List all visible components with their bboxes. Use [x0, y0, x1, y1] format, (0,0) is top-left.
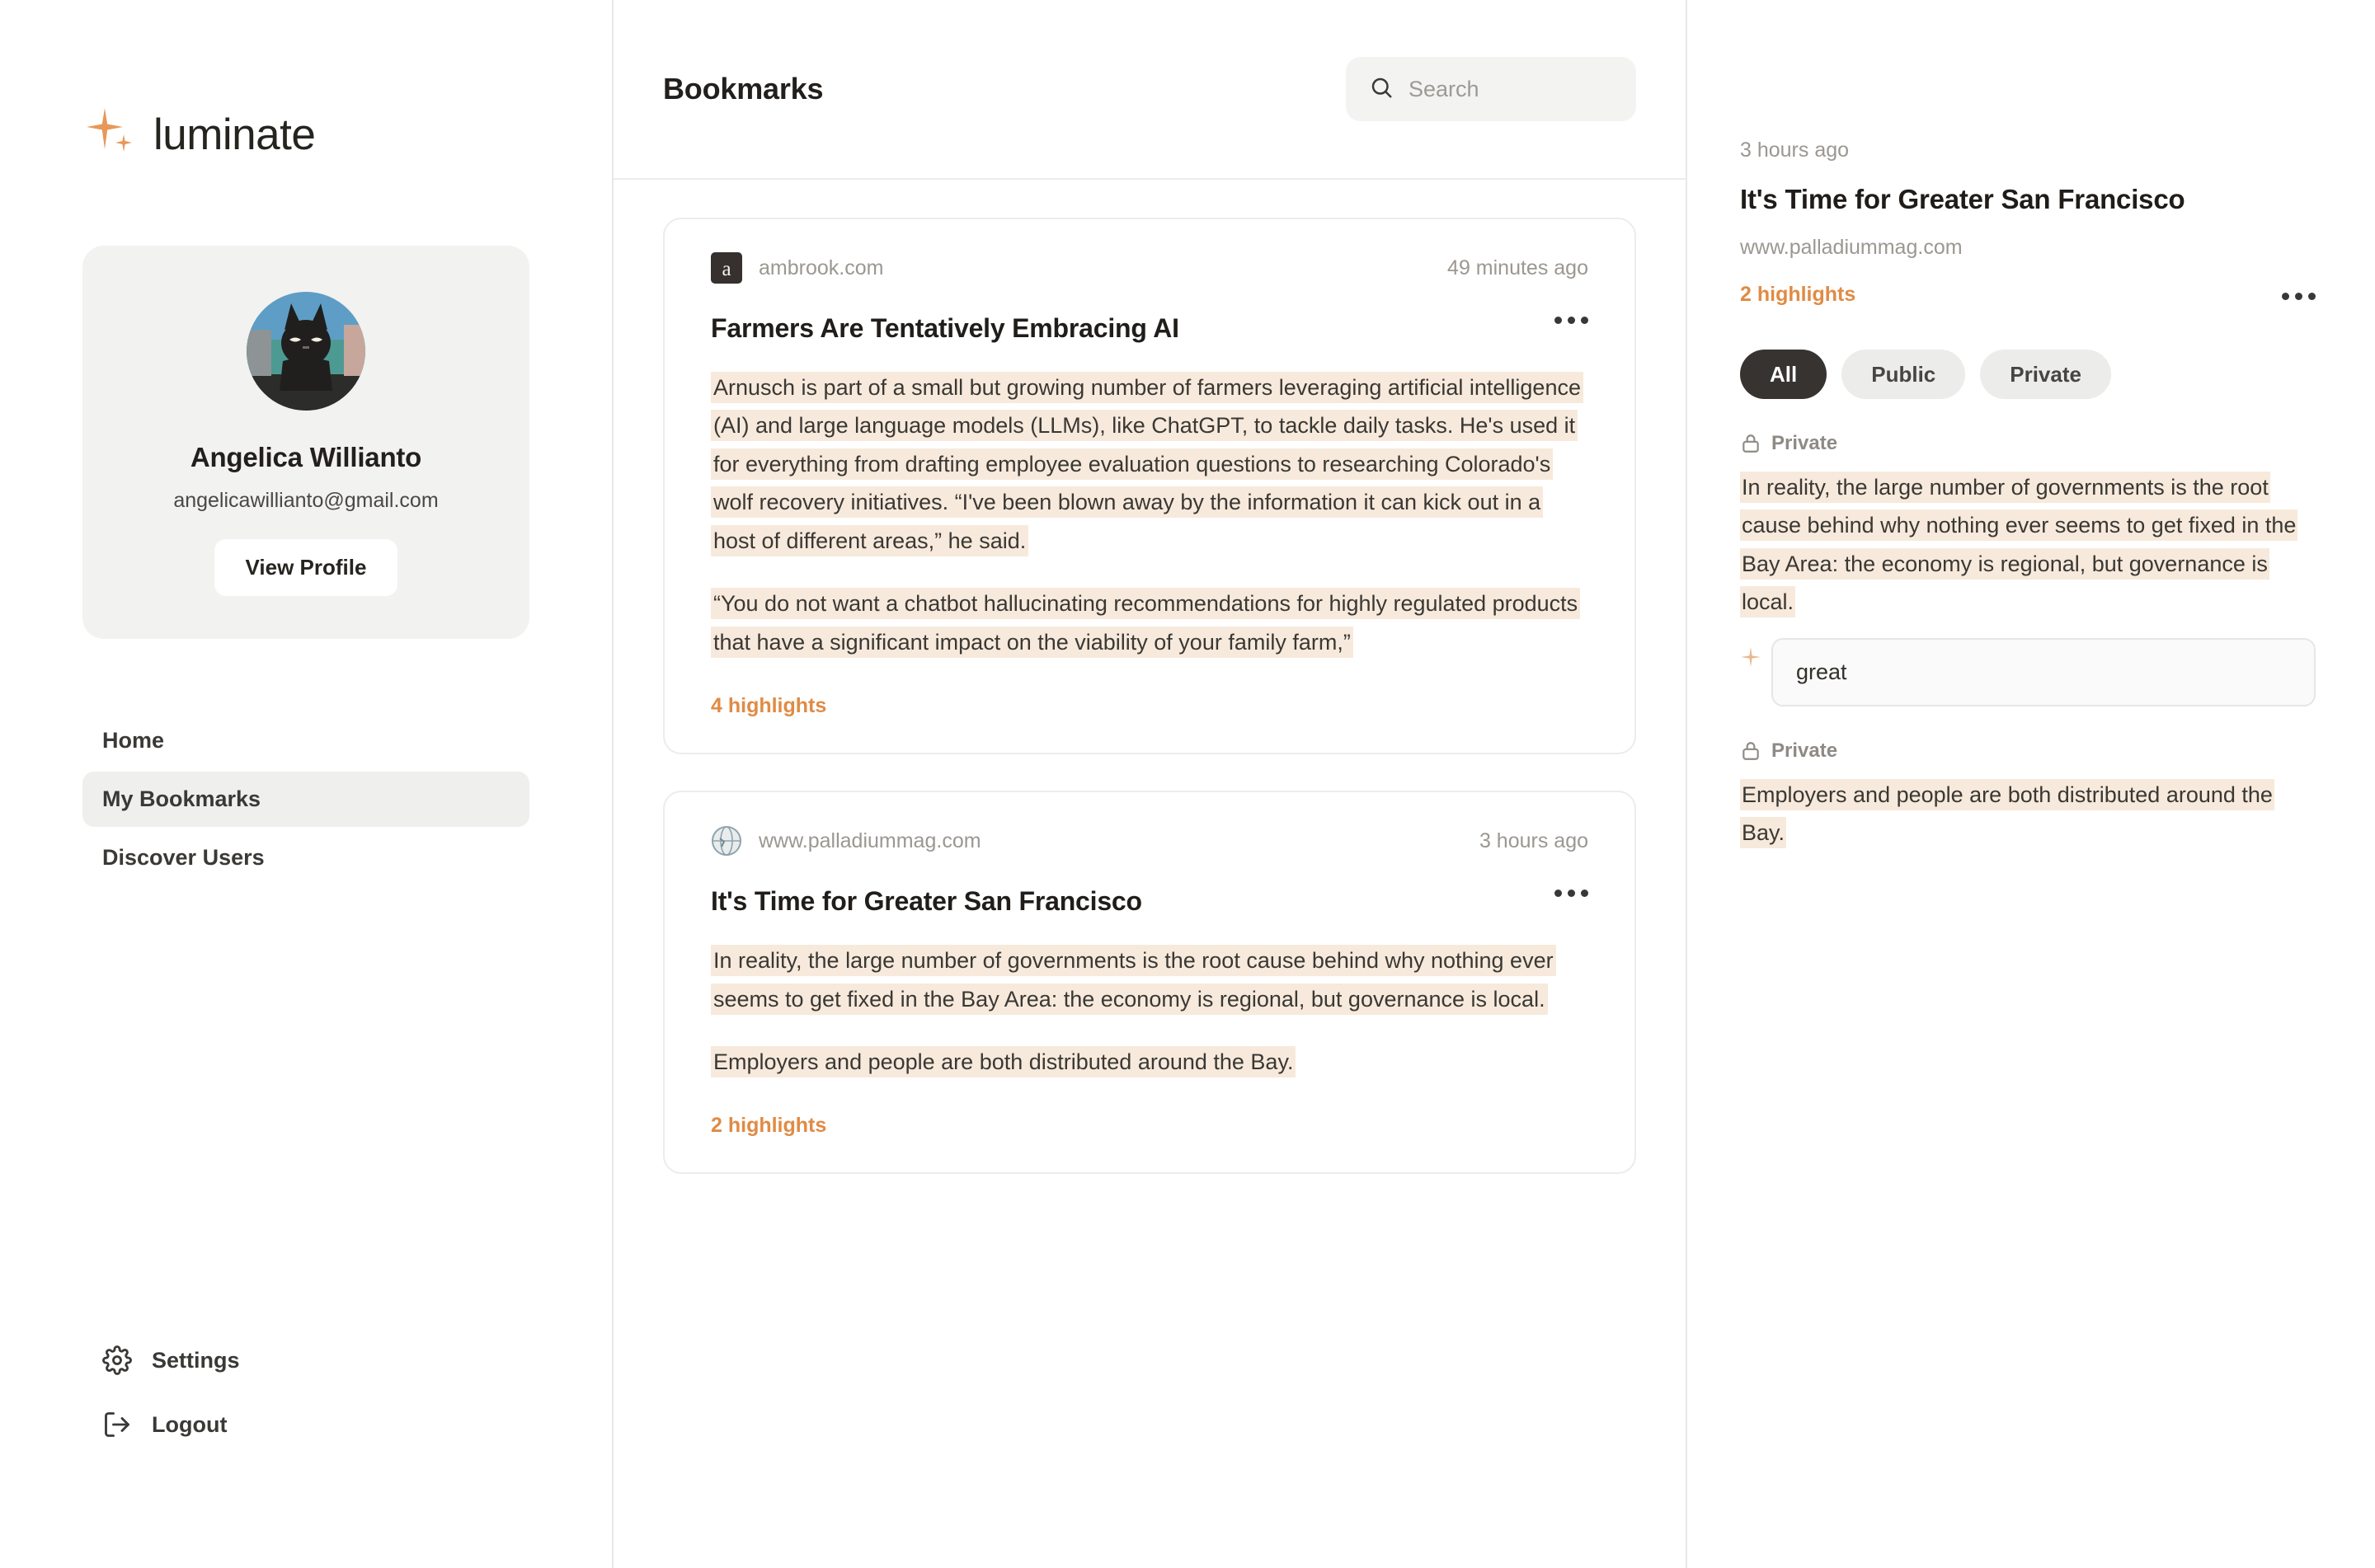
settings-button[interactable]: Settings [102, 1345, 529, 1375]
sidebar-footer: Settings Logout [82, 1345, 529, 1439]
detail-highlight-count[interactable]: 2 highlights [1740, 283, 1855, 307]
sidebar-item-label: Home [102, 728, 165, 753]
logout-button[interactable]: Logout [102, 1410, 529, 1439]
dot [1568, 890, 1575, 898]
page-title: Bookmarks [663, 72, 824, 106]
profile-name: Angelica Willianto [190, 442, 422, 472]
bookmark-card[interactable]: www.palladiummag.com 3 hours ago It's Ti… [663, 791, 1636, 1175]
lock-icon [1740, 433, 1761, 454]
search-icon [1369, 75, 1394, 104]
gear-icon [102, 1345, 132, 1375]
globe-favicon-icon [711, 825, 742, 857]
dot [2282, 293, 2289, 300]
highlight-count-link[interactable]: 4 highlights [711, 694, 826, 718]
detail-title: It's Time for Greater San Francisco [1740, 184, 2185, 214]
bookmark-title[interactable]: Farmers Are Tentatively Embracing AI [711, 313, 1179, 344]
highlight-snippet[interactable]: Arnusch is part of a small but growing n… [711, 369, 1588, 560]
privacy-label: Private [1771, 739, 1838, 762]
profile-card: Angelica Willianto angelicawillianto@gma… [82, 246, 529, 639]
dot [2295, 293, 2302, 300]
profile-email: angelicawillianto@gmail.com [173, 489, 439, 512]
highlight-text: “You do not want a chatbot hallucinating… [711, 588, 1581, 658]
app-root: luminate Angelica Willianto angelicawill… [0, 0, 2375, 1568]
dot [1554, 317, 1562, 324]
highlight-entry: Private In reality, the large number of … [1740, 432, 2316, 707]
dot [1554, 890, 1562, 898]
search-input[interactable] [1409, 76, 1613, 102]
sidebar-item-label: Discover Users [102, 845, 265, 870]
detail-highlight-text: In reality, the large number of governme… [1740, 472, 2298, 618]
detail-panel: 3 hours ago It's Time for Greater San Fr… [1687, 0, 2375, 1568]
dot [1568, 317, 1575, 324]
filter-all[interactable]: All [1740, 350, 1827, 399]
sidebar: luminate Angelica Willianto angelicawill… [0, 0, 612, 1568]
bookmark-list: a ambrook.com 49 minutes ago Farmers Are… [614, 180, 1686, 1210]
detail-count-row: 2 highlights [1740, 283, 2316, 307]
bookmark-source: www.palladiummag.com [711, 825, 981, 857]
brand-logo[interactable]: luminate [82, 106, 529, 163]
settings-label: Settings [152, 1347, 240, 1373]
ambrook-favicon-icon: a [711, 252, 742, 284]
detail-domain: www.palladiummag.com [1740, 236, 1963, 259]
sidebar-nav: Home My Bookmarks Discover Users [82, 713, 529, 885]
filter-private[interactable]: Private [1980, 350, 2111, 399]
sparkle-icon [1740, 646, 1761, 668]
bookmark-title[interactable]: It's Time for Greater San Francisco [711, 886, 1142, 917]
bookmark-meta: a ambrook.com 49 minutes ago [711, 252, 1588, 284]
center-header: Bookmarks [614, 0, 1686, 180]
more-options-icon[interactable] [1554, 886, 1588, 898]
logout-label: Logout [152, 1411, 228, 1437]
privacy-label: Private [1771, 432, 1838, 454]
bookmark-card[interactable]: a ambrook.com 49 minutes ago Farmers Are… [663, 218, 1636, 755]
note-input[interactable] [1771, 637, 2316, 707]
note-row [1740, 637, 2316, 707]
highlight-entry: Private Employers and people are both di… [1740, 739, 2316, 852]
bookmarks-column: Bookmarks a [612, 0, 1687, 1568]
more-options-icon[interactable] [1554, 313, 1588, 324]
sidebar-item-my-bookmarks[interactable]: My Bookmarks [82, 772, 529, 827]
brand-name: luminate [153, 110, 316, 159]
privacy-row: Private [1740, 739, 2316, 763]
privacy-row: Private [1740, 432, 2316, 455]
highlight-count-link[interactable]: 2 highlights [711, 1114, 826, 1138]
sparkle-icon [82, 105, 142, 164]
highlight-text: In reality, the large number of governme… [711, 945, 1556, 1015]
svg-text:a: a [722, 258, 731, 280]
search-box[interactable] [1346, 57, 1636, 121]
logout-icon [102, 1410, 132, 1439]
detail-time: 3 hours ago [1740, 138, 1850, 162]
dot [2308, 293, 2316, 300]
highlight-text: Employers and people are both distribute… [711, 1045, 1296, 1077]
highlight-snippet[interactable]: “You do not want a chatbot hallucinating… [711, 584, 1588, 661]
highlight-text: Arnusch is part of a small but growing n… [711, 372, 1583, 556]
sidebar-item-label: My Bookmarks [102, 786, 261, 811]
bookmark-meta: www.palladiummag.com 3 hours ago [711, 825, 1588, 857]
bookmark-title-row: Farmers Are Tentatively Embracing AI [711, 313, 1588, 344]
more-options-icon[interactable] [2282, 289, 2316, 300]
sidebar-item-home[interactable]: Home [82, 713, 529, 768]
view-profile-button[interactable]: View Profile [214, 539, 398, 596]
bookmark-domain: ambrook.com [759, 256, 884, 279]
detail-highlight-text-wrap[interactable]: Employers and people are both distribute… [1740, 776, 2316, 852]
detail-highlight-text: Employers and people are both distribute… [1740, 778, 2274, 849]
bookmark-time: 49 minutes ago [1447, 256, 1588, 279]
lock-icon [1740, 740, 1761, 762]
detail-highlight-text-wrap[interactable]: In reality, the large number of governme… [1740, 468, 2316, 622]
filter-public[interactable]: Public [1841, 350, 1966, 399]
highlight-snippet[interactable]: In reality, the large number of governme… [711, 941, 1588, 1018]
bookmark-title-row: It's Time for Greater San Francisco [711, 886, 1588, 917]
dot [1581, 317, 1588, 324]
highlight-snippet[interactable]: Employers and people are both distribute… [711, 1043, 1588, 1081]
dot [1581, 890, 1588, 898]
avatar [247, 292, 365, 411]
visibility-filter-group: All Public Private [1740, 350, 2316, 399]
sidebar-item-discover-users[interactable]: Discover Users [82, 830, 529, 885]
bookmark-source: a ambrook.com [711, 252, 883, 284]
bookmark-domain: www.palladiummag.com [759, 829, 981, 852]
bookmark-time: 3 hours ago [1479, 829, 1588, 852]
